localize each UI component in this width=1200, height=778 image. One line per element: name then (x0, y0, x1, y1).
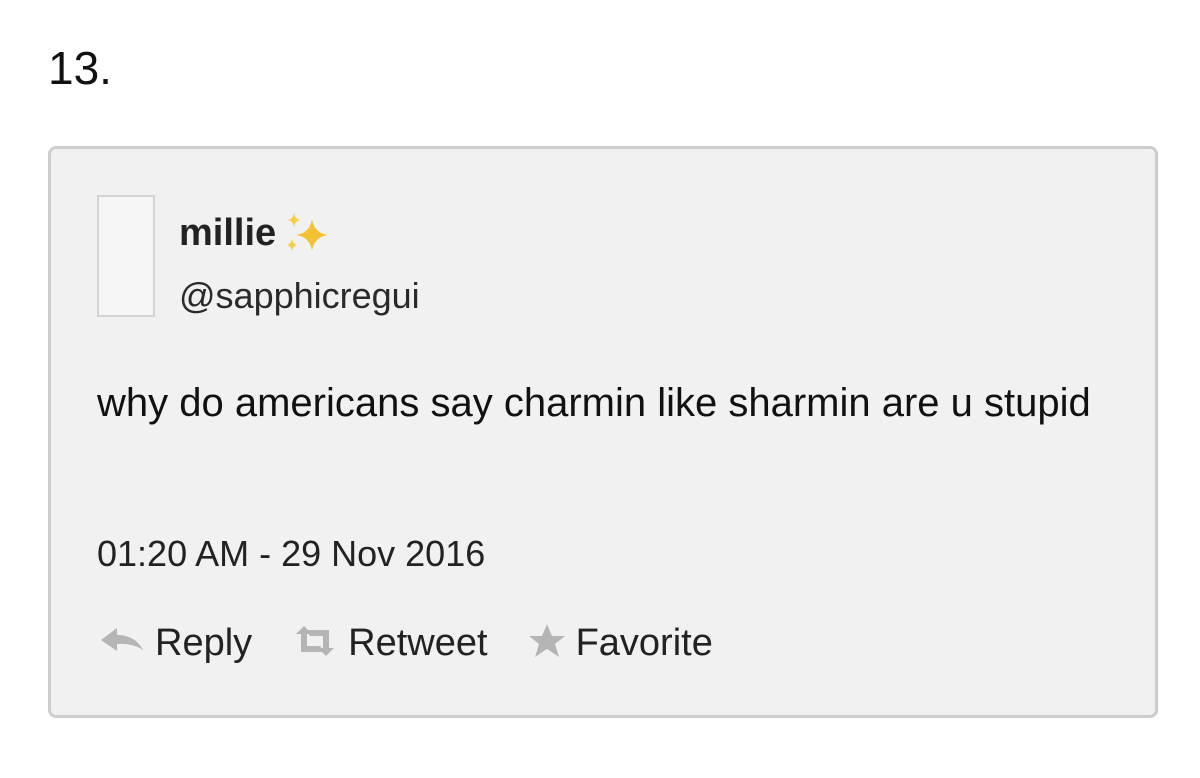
retweet-icon (290, 624, 340, 663)
avatar[interactable] (97, 195, 155, 317)
display-name[interactable]: millie (179, 209, 276, 257)
reply-label: Reply (155, 622, 253, 664)
display-name-row: millie (179, 209, 334, 257)
tweet-actions: Reply Retweet Favorite (97, 619, 751, 667)
reply-arrow-icon (97, 624, 147, 663)
star-icon (526, 622, 568, 665)
favorite-button[interactable]: Favorite (526, 619, 713, 667)
timestamp[interactable]: 01:20 AM - 29 Nov 2016 (97, 531, 485, 577)
sparkles-icon (278, 209, 334, 257)
retweet-label: Retweet (348, 622, 488, 664)
item-number: 13. (48, 42, 112, 94)
tweet-card: millie @sapphicregui why do americans sa… (48, 146, 1158, 718)
favorite-label: Favorite (575, 622, 713, 664)
reply-button[interactable]: Reply (97, 619, 252, 667)
retweet-button[interactable]: Retweet (290, 619, 488, 667)
tweet-text: why do americans say charmin like sharmi… (97, 381, 1091, 425)
handle[interactable]: @sapphicregui (179, 273, 420, 319)
